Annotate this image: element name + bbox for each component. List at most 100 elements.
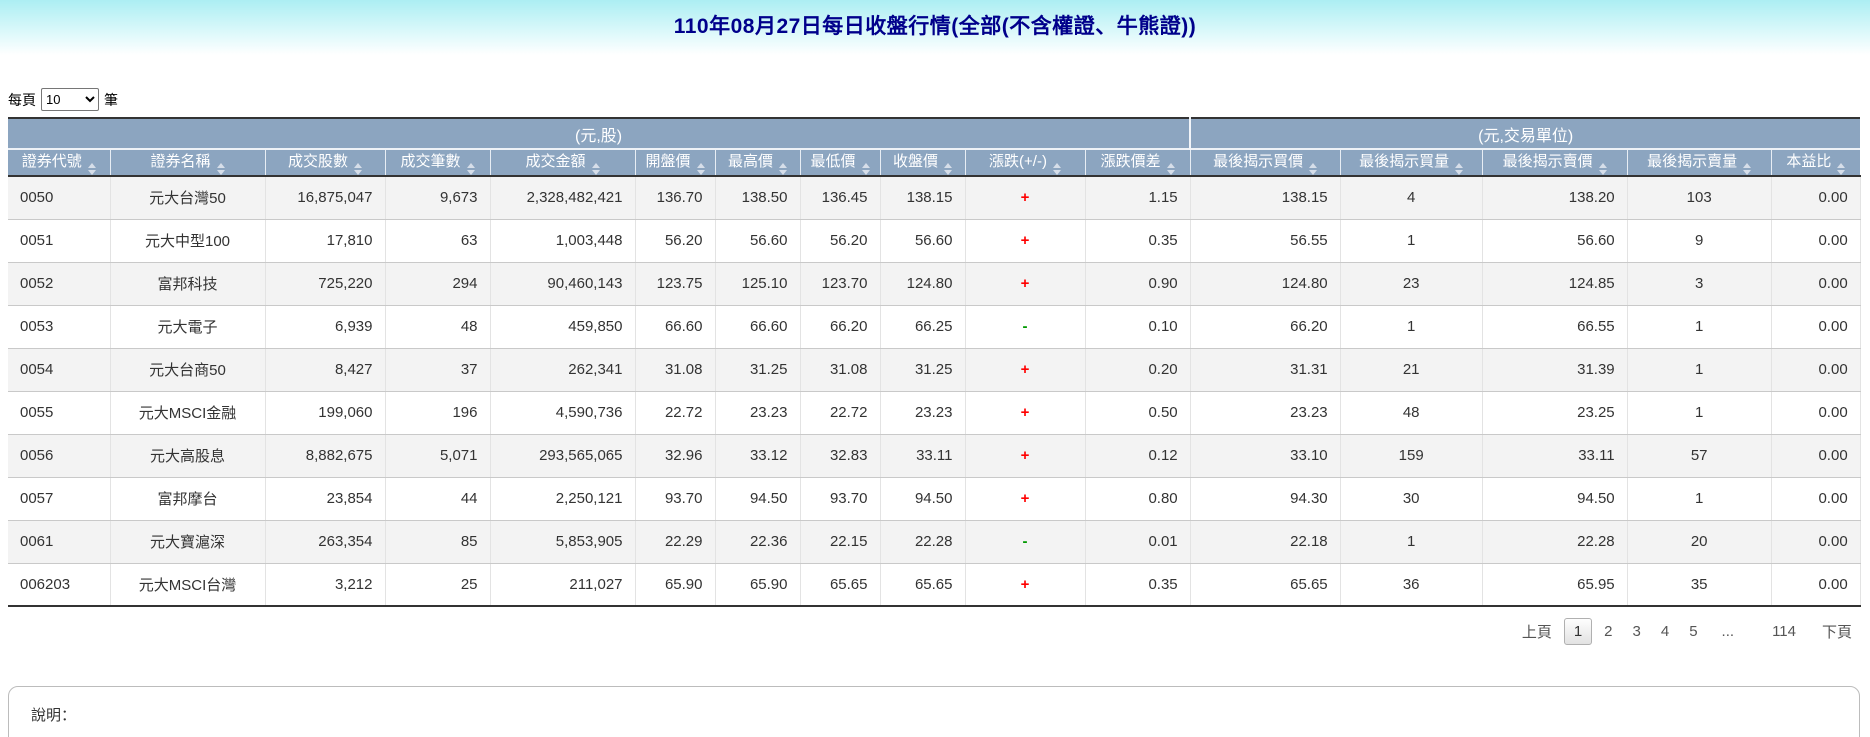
column-header-bid-volume[interactable]: 最後揭示買量 <box>1340 149 1482 176</box>
column-header-ask-volume[interactable]: 最後揭示賣量 <box>1627 149 1771 176</box>
cell-transactions: 5,071 <box>385 434 490 477</box>
cell-change: 0.90 <box>1085 262 1190 305</box>
cell-low: 31.08 <box>800 348 880 391</box>
cell-bid-price: 65.65 <box>1190 563 1340 606</box>
sort-down-arrow-icon <box>779 170 787 175</box>
sort-icon <box>862 163 870 175</box>
sort-down-arrow-icon <box>697 170 705 175</box>
cell-open: 66.60 <box>635 305 715 348</box>
sort-down-arrow-icon <box>862 170 870 175</box>
pagination-last-page-button[interactable]: 114 <box>1764 619 1804 644</box>
pagination-page-button[interactable]: 3 <box>1625 619 1649 644</box>
cell-pe-ratio: 0.00 <box>1771 348 1860 391</box>
per-page-label-suffix: 筆 <box>104 90 118 110</box>
sort-up-arrow-icon <box>467 163 475 168</box>
cell-change: 0.80 <box>1085 477 1190 520</box>
column-header-label: 最後揭示買價 <box>1213 153 1303 170</box>
cell-bid-price: 23.23 <box>1190 391 1340 434</box>
column-header-pe-ratio[interactable]: 本益比 <box>1771 149 1860 176</box>
sort-up-arrow-icon <box>779 163 787 168</box>
cell-close: 23.23 <box>880 391 965 434</box>
cell-ask-volume: 1 <box>1627 305 1771 348</box>
cell-pe-ratio: 0.00 <box>1771 391 1860 434</box>
table-row: 0053元大電子6,93948459,85066.6066.6066.2066.… <box>8 305 1860 348</box>
cell-value: 262,341 <box>490 348 635 391</box>
cell-value: 4,590,736 <box>490 391 635 434</box>
cell-bid-volume: 21 <box>1340 348 1482 391</box>
sort-up-arrow-icon <box>697 163 705 168</box>
column-header-value[interactable]: 成交金額 <box>490 149 635 176</box>
cell-open: 22.72 <box>635 391 715 434</box>
column-header-transactions[interactable]: 成交筆數 <box>385 149 490 176</box>
sort-icon <box>1743 163 1751 175</box>
pagination-page-button[interactable]: 5 <box>1681 619 1705 644</box>
cell-transactions: 48 <box>385 305 490 348</box>
cell-ask-price: 23.25 <box>1482 391 1627 434</box>
column-header-volume[interactable]: 成交股數 <box>265 149 385 176</box>
main-content: 每頁 10 筆 (元,股)(元,交易單位)證券代號 證券名稱 成交股數成交筆數成交金… <box>0 88 1870 737</box>
cell-transactions: 9,673 <box>385 176 490 219</box>
sort-down-arrow-icon <box>1837 170 1845 175</box>
cell-value: 293,565,065 <box>490 434 635 477</box>
table-row: 0057富邦摩台23,854442,250,12193.7094.5093.70… <box>8 477 1860 520</box>
cell-value: 2,250,121 <box>490 477 635 520</box>
column-header-ask-price[interactable]: 最後揭示賣價 <box>1482 149 1627 176</box>
cell-ask-price: 56.60 <box>1482 219 1627 262</box>
cell-low: 22.72 <box>800 391 880 434</box>
column-header-change[interactable]: 漲跌價差 <box>1085 149 1190 176</box>
page-header: 110年08月27日每日收盤行情(全部(不含權證、牛熊證)) <box>0 0 1870 55</box>
cell-high: 94.50 <box>715 477 800 520</box>
column-header-name[interactable]: 證券名稱 <box>110 149 265 176</box>
column-header-bid-price[interactable]: 最後揭示買價 <box>1190 149 1340 176</box>
sort-icon <box>697 163 705 175</box>
sort-down-arrow-icon <box>88 170 96 175</box>
cell-pe-ratio: 0.00 <box>1771 262 1860 305</box>
sort-icon <box>354 163 362 175</box>
cell-volume: 263,354 <box>265 520 385 563</box>
cell-transactions: 294 <box>385 262 490 305</box>
cell-name: 元大台商50 <box>110 348 265 391</box>
cell-value: 211,027 <box>490 563 635 606</box>
cell-volume: 725,220 <box>265 262 385 305</box>
per-page-select[interactable]: 10 <box>41 88 99 111</box>
cell-bid-volume: 1 <box>1340 305 1482 348</box>
cell-direction: + <box>965 219 1085 262</box>
column-header-label: 證券名稱 <box>150 153 210 170</box>
cell-ask-price: 124.85 <box>1482 262 1627 305</box>
cell-bid-price: 56.55 <box>1190 219 1340 262</box>
table-row: 0052富邦科技725,22029490,460,143123.75125.10… <box>8 262 1860 305</box>
cell-transactions: 196 <box>385 391 490 434</box>
pagination-next-button[interactable]: 下頁 <box>1814 617 1860 646</box>
pagination-prev-button[interactable]: 上頁 <box>1514 617 1560 646</box>
sort-icon <box>1837 163 1845 175</box>
cell-bid-volume: 1 <box>1340 520 1482 563</box>
sort-icon <box>779 163 787 175</box>
pagination-page-button[interactable]: 2 <box>1596 619 1620 644</box>
cell-bid-volume: 159 <box>1340 434 1482 477</box>
cell-ask-volume: 1 <box>1627 391 1771 434</box>
pagination-page-button[interactable]: 4 <box>1653 619 1677 644</box>
column-header-open[interactable]: 開盤價 <box>635 149 715 176</box>
cell-high: 125.10 <box>715 262 800 305</box>
sort-up-arrow-icon <box>1455 163 1463 168</box>
cell-transactions: 25 <box>385 563 490 606</box>
group-header-1: (元,交易單位) <box>1190 118 1860 149</box>
sort-icon <box>1167 163 1175 175</box>
cell-ask-price: 66.55 <box>1482 305 1627 348</box>
cell-value: 459,850 <box>490 305 635 348</box>
column-header-close[interactable]: 收盤價 <box>880 149 965 176</box>
sort-up-arrow-icon <box>862 163 870 168</box>
column-header-code[interactable]: 證券代號 <box>8 149 110 176</box>
cell-pe-ratio: 0.00 <box>1771 305 1860 348</box>
column-header-low[interactable]: 最低價 <box>800 149 880 176</box>
column-header-direction[interactable]: 漲跌(+/-) <box>965 149 1085 176</box>
cell-close: 31.25 <box>880 348 965 391</box>
cell-code: 0055 <box>8 391 110 434</box>
sort-up-arrow-icon <box>592 163 600 168</box>
pagination-page-current[interactable]: 1 <box>1564 618 1592 645</box>
column-header-high[interactable]: 最高價 <box>715 149 800 176</box>
note-box: 說明： <box>8 686 1860 737</box>
table-group-header-row: (元,股)(元,交易單位) <box>8 118 1860 149</box>
per-page-control: 每頁 10 筆 <box>8 88 1862 111</box>
cell-name: 元大中型100 <box>110 219 265 262</box>
